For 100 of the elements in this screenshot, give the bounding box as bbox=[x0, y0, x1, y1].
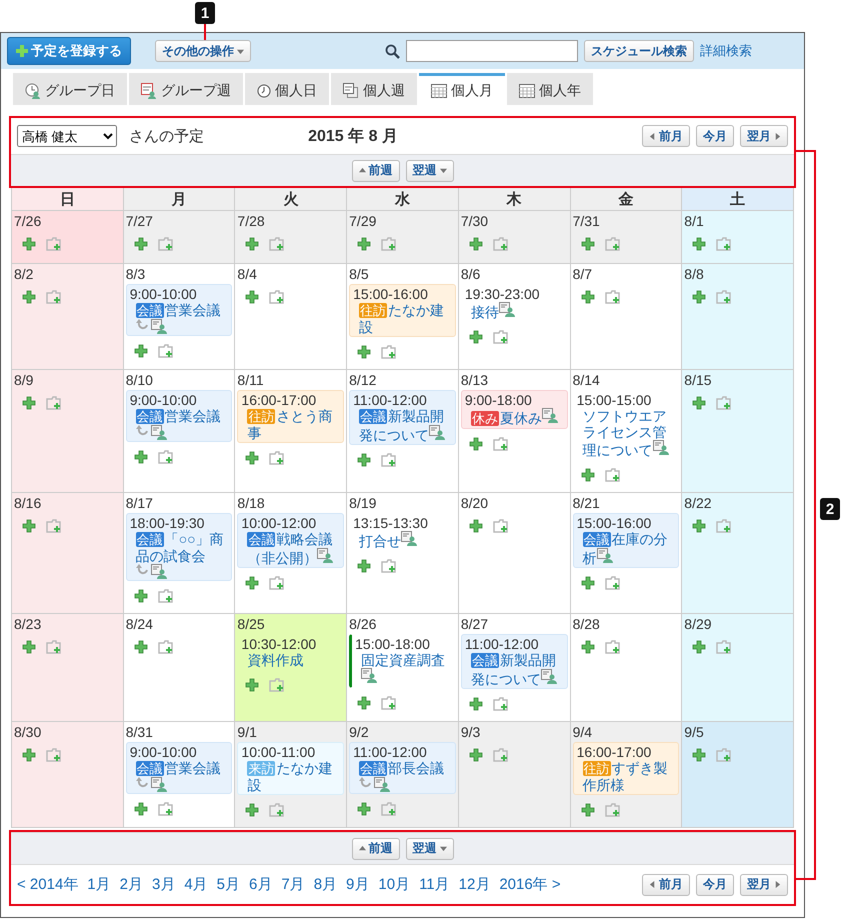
event-card[interactable]: 11:00-12:00 会議部長会議 bbox=[349, 742, 456, 794]
add-icon[interactable] bbox=[134, 640, 148, 654]
next-month-button[interactable]: 翌月 bbox=[740, 125, 788, 147]
folder-add-icon[interactable] bbox=[492, 237, 509, 251]
view-tab[interactable]: グループ日 bbox=[13, 73, 127, 105]
event-title[interactable]: 休み 夏休み bbox=[464, 408, 564, 427]
month-link[interactable]: 7月 bbox=[281, 875, 305, 894]
add-icon[interactable] bbox=[357, 237, 372, 251]
event-card[interactable]: 11:00-12:00 会議 新製品開発について bbox=[349, 390, 456, 445]
add-icon[interactable] bbox=[692, 748, 706, 762]
folder-add-icon[interactable] bbox=[604, 237, 621, 251]
add-icon[interactable] bbox=[134, 237, 148, 251]
event-title[interactable]: 打合せ bbox=[353, 531, 452, 549]
next-week-button[interactable]: 翌週 bbox=[406, 160, 454, 182]
folder-add-icon[interactable] bbox=[269, 451, 286, 465]
event-title[interactable]: 往訪すずき製作所様 bbox=[576, 760, 676, 793]
next-year-link[interactable]: 2016年 > bbox=[499, 875, 561, 894]
folder-add-icon[interactable] bbox=[716, 396, 732, 410]
advanced-search-link[interactable]: 詳細検索 bbox=[700, 42, 752, 60]
folder-add-icon[interactable] bbox=[492, 748, 509, 762]
add-icon[interactable] bbox=[245, 803, 260, 817]
folder-add-icon[interactable] bbox=[381, 345, 398, 359]
event-title[interactable]: 会議 営業会議 bbox=[130, 302, 228, 319]
event-card[interactable]: 9:00-10:00 会議 営業会議 bbox=[126, 742, 232, 794]
folder-add-icon[interactable] bbox=[381, 696, 398, 710]
add-icon[interactable] bbox=[468, 237, 483, 251]
event-card[interactable]: 19:30-23:00 接待 bbox=[460, 284, 568, 322]
event-card[interactable]: 16:00-17:00 往訪すずき製作所様 bbox=[572, 742, 680, 795]
view-tab[interactable]: 個人週 bbox=[331, 73, 417, 105]
event-title[interactable]: 会議戦略会議（非公開） bbox=[241, 531, 340, 566]
add-icon[interactable] bbox=[692, 237, 706, 251]
folder-add-icon[interactable] bbox=[716, 748, 732, 762]
folder-add-icon[interactable] bbox=[716, 519, 732, 533]
event-title[interactable]: 会議 営業会議 bbox=[130, 760, 228, 777]
folder-add-icon[interactable] bbox=[269, 803, 286, 817]
this-month-button[interactable]: 今月 bbox=[696, 125, 734, 147]
view-tab[interactable]: 個人年 bbox=[507, 73, 593, 105]
search-field[interactable] bbox=[406, 40, 578, 62]
add-icon[interactable] bbox=[580, 237, 595, 251]
folder-add-icon[interactable] bbox=[381, 802, 398, 816]
month-link[interactable]: 9月 bbox=[346, 875, 370, 894]
folder-add-icon[interactable] bbox=[604, 290, 621, 304]
add-icon[interactable] bbox=[245, 237, 260, 251]
event-title[interactable]: ソフトウエアライセンス管理について bbox=[576, 408, 676, 458]
folder-add-icon[interactable] bbox=[158, 450, 174, 464]
add-icon[interactable] bbox=[245, 576, 260, 590]
view-tab[interactable]: 個人日 bbox=[245, 73, 329, 105]
add-icon[interactable] bbox=[22, 748, 36, 762]
event-title[interactable]: 会議 新製品開発について bbox=[353, 408, 452, 443]
event-card[interactable]: 15:00-15:00 ソフトウエアライセンス管理について bbox=[572, 390, 680, 460]
add-icon[interactable] bbox=[357, 345, 372, 359]
month-link[interactable]: 5月 bbox=[216, 875, 240, 894]
prev-month-button[interactable]: 前月 bbox=[642, 874, 690, 896]
event-card[interactable]: 10:00-12:00 会議戦略会議（非公開） bbox=[237, 513, 344, 568]
month-link[interactable]: 1月 bbox=[87, 875, 111, 894]
add-icon[interactable] bbox=[468, 330, 483, 344]
folder-add-icon[interactable] bbox=[46, 748, 62, 762]
add-icon[interactable] bbox=[22, 290, 36, 304]
add-icon[interactable] bbox=[580, 640, 595, 654]
view-tab[interactable]: グループ週 bbox=[129, 73, 243, 105]
event-card[interactable]: 9:00-10:00 会議 営業会議 bbox=[126, 390, 232, 442]
folder-add-icon[interactable] bbox=[716, 640, 732, 654]
event-title[interactable]: 接待 bbox=[464, 302, 564, 320]
folder-add-icon[interactable] bbox=[269, 678, 286, 692]
user-select[interactable]: 高橋 健太 bbox=[17, 125, 117, 147]
folder-add-icon[interactable] bbox=[269, 237, 286, 251]
add-icon[interactable] bbox=[580, 576, 595, 590]
folder-add-icon[interactable] bbox=[716, 237, 732, 251]
event-title[interactable]: 会議在庫の分析 bbox=[576, 531, 676, 566]
folder-add-icon[interactable] bbox=[46, 640, 62, 654]
add-icon[interactable] bbox=[22, 237, 36, 251]
event-title[interactable]: 往訪 さとう商事 bbox=[241, 408, 340, 441]
add-icon[interactable] bbox=[22, 640, 36, 654]
add-icon[interactable] bbox=[692, 640, 706, 654]
month-link[interactable]: 4月 bbox=[184, 875, 208, 894]
month-link[interactable]: 2月 bbox=[120, 875, 143, 894]
folder-add-icon[interactable] bbox=[46, 237, 62, 251]
month-link[interactable]: 8月 bbox=[314, 875, 338, 894]
add-icon[interactable] bbox=[134, 344, 148, 358]
folder-add-icon[interactable] bbox=[604, 803, 621, 817]
event-card[interactable]: 18:00-19:30 会議「○○」商品の試食会 bbox=[126, 513, 232, 581]
folder-add-icon[interactable] bbox=[158, 802, 174, 816]
month-link[interactable]: 3月 bbox=[152, 875, 176, 894]
add-icon[interactable] bbox=[357, 696, 372, 710]
add-icon[interactable] bbox=[134, 450, 148, 464]
month-link[interactable]: 12月 bbox=[458, 875, 490, 894]
event-card[interactable]: 15:00-16:00 往訪 たなか建設 bbox=[349, 284, 456, 337]
add-icon[interactable] bbox=[468, 437, 483, 451]
add-icon[interactable] bbox=[692, 396, 706, 410]
add-icon[interactable] bbox=[468, 697, 483, 711]
event-card[interactable]: 13:15-13:30 打合せ bbox=[349, 513, 456, 551]
folder-add-icon[interactable] bbox=[46, 396, 62, 410]
event-title[interactable]: 会議 営業会議 bbox=[130, 408, 228, 425]
add-icon[interactable] bbox=[357, 559, 372, 573]
folder-add-icon[interactable] bbox=[269, 290, 286, 304]
add-icon[interactable] bbox=[692, 290, 706, 304]
next-week-button[interactable]: 翌週 bbox=[406, 838, 454, 860]
folder-add-icon[interactable] bbox=[381, 453, 398, 467]
event-title[interactable]: 固定資産調査 bbox=[355, 652, 452, 686]
prev-week-button[interactable]: 前週 bbox=[352, 160, 400, 182]
